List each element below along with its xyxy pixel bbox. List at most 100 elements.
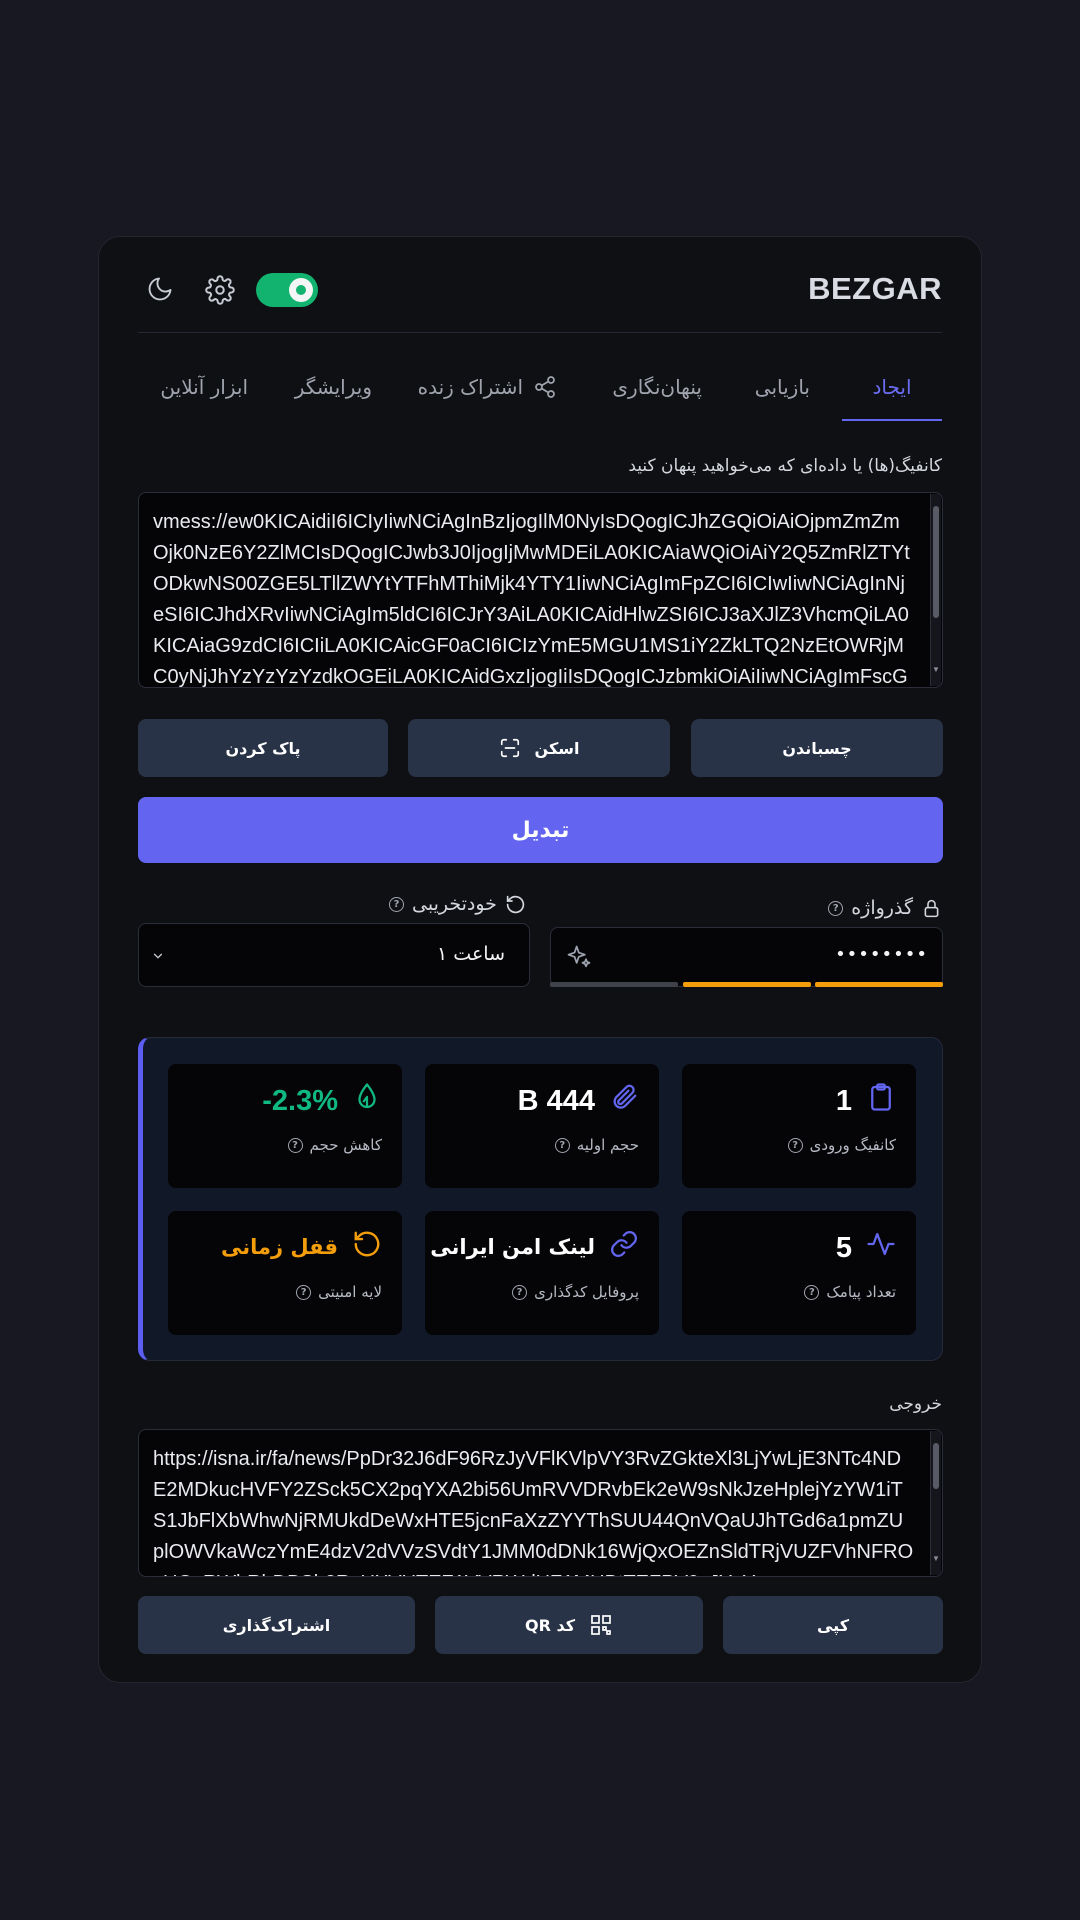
stat-label: تعداد پیامک <box>826 1283 896 1301</box>
password-label-row: گذرواژه ? <box>828 897 942 919</box>
reset-icon <box>352 1229 382 1264</box>
stat-label: پروفایل کدگذاری <box>534 1283 639 1301</box>
paste-label: چسباندن <box>782 738 852 758</box>
paste-button[interactable]: چسباندن <box>691 719 943 777</box>
brand-logo: BEZGAR <box>808 271 942 306</box>
link-icon <box>609 1229 639 1264</box>
tab-label: پنهان‌نگاری <box>612 375 702 399</box>
tab-steganography[interactable]: پنهان‌نگاری <box>612 357 702 421</box>
toggle-knob <box>289 278 313 302</box>
config-input-text: vmess://ew0KICAidiI6ICIyIiwNCiAgInBzIjog… <box>153 511 910 688</box>
share-icon <box>533 375 557 399</box>
help-icon[interactable]: ? <box>389 896 404 912</box>
stat-label-row: حجم اولیه? <box>554 1136 639 1154</box>
stat-value-row: 1 <box>836 1082 896 1120</box>
config-input[interactable]: vmess://ew0KICAidiI6ICIyIiwNCiAgInBzIjog… <box>138 492 943 688</box>
stat-value-row: 5 <box>836 1229 896 1267</box>
scroll-thumb[interactable] <box>933 506 939 618</box>
convert-button[interactable]: تبدیل <box>138 797 943 863</box>
stat-label-row: کاهش حجم? <box>287 1136 382 1154</box>
strength-segment-filled <box>683 982 811 987</box>
tab-label: ابزار آنلاین <box>160 375 248 399</box>
stats-panel: 1 کانفیگ ورودی? 444 B حجم اولیه? 2.3%- ک… <box>138 1037 943 1361</box>
lock-icon <box>921 898 942 919</box>
scroll-thumb[interactable] <box>933 1443 939 1489</box>
sparkles-icon[interactable] <box>565 943 593 975</box>
gear-icon[interactable] <box>205 275 235 305</box>
stat-value: 444 B <box>517 1084 595 1117</box>
clear-button[interactable]: پاک کردن <box>138 719 388 777</box>
input-label: کانفیگ(ها) یا داده‌ای که می‌خواهید پنهان… <box>628 456 942 476</box>
stat-value: قفل زمانی <box>220 1234 338 1259</box>
qr-code-icon <box>589 1613 613 1637</box>
strength-segment-filled <box>815 982 943 987</box>
tab-recover[interactable]: بازیابی <box>755 357 810 421</box>
stat-label: کاهش حجم <box>309 1136 382 1154</box>
output-scrollbar[interactable]: ▲ ▼ <box>930 1431 941 1575</box>
tab-bar: ایجاد بازیابی پنهان‌نگاری اشتراک زنده وی… <box>138 357 942 421</box>
stat-original-size: 444 B حجم اولیه? <box>425 1064 659 1188</box>
self-destruct-label: خودتخریبی <box>412 893 497 915</box>
strength-segment-empty <box>550 982 678 987</box>
stat-encoding-profile: لینک امن ایرانی پروفایل کدگذاری? <box>425 1211 659 1335</box>
tab-label: ایجاد <box>872 375 912 399</box>
app-header: BEZGAR <box>138 237 942 333</box>
copy-button[interactable]: کپی <box>723 1596 943 1654</box>
help-icon[interactable]: ? <box>554 1137 570 1153</box>
help-icon[interactable]: ? <box>787 1137 803 1153</box>
scan-label: اسکن <box>534 738 580 758</box>
stat-value-row: لینک امن ایرانی <box>430 1229 639 1264</box>
stat-value: 5 <box>835 1231 852 1264</box>
help-icon[interactable]: ? <box>804 1284 820 1300</box>
scan-button[interactable]: اسکن <box>408 719 670 777</box>
stat-label: لایه امنیتی <box>318 1283 382 1301</box>
stat-label-row: پروفایل کدگذاری? <box>512 1283 639 1301</box>
help-icon[interactable]: ? <box>512 1284 528 1300</box>
clipboard-icon <box>866 1082 896 1120</box>
tab-live-share[interactable]: اشتراک زنده <box>418 357 557 421</box>
stat-value: 2.3%- <box>262 1084 338 1117</box>
clear-label: پاک کردن <box>225 738 301 758</box>
help-icon[interactable]: ? <box>287 1137 303 1153</box>
stat-label: حجم اولیه <box>576 1136 639 1154</box>
scroll-down-arrow[interactable]: ▼ <box>932 654 940 685</box>
activity-icon <box>866 1229 896 1267</box>
tab-label: بازیابی <box>754 375 810 399</box>
stat-label-row: کانفیگ ورودی? <box>787 1136 896 1154</box>
moon-icon[interactable] <box>146 275 176 305</box>
stat-value: لینک امن ایرانی <box>430 1234 595 1259</box>
password-field[interactable]: •••••••• <box>550 927 943 987</box>
leaf-icon <box>352 1082 382 1120</box>
help-icon[interactable]: ? <box>828 900 844 916</box>
copy-label: کپی <box>816 1615 850 1635</box>
chevron-down-icon <box>151 948 165 967</box>
scroll-down-arrow[interactable]: ▼ <box>932 1543 940 1574</box>
self-destruct-select[interactable]: ۱ ساعت <box>138 923 530 987</box>
main-card: BEZGAR ایجاد بازیابی پنهان‌نگاری اشتراک … <box>98 236 982 1683</box>
tab-online-tools[interactable]: ابزار آنلاین <box>160 357 248 421</box>
input-scrollbar[interactable]: ▲ ▼ <box>930 494 941 686</box>
stat-message-count: 5 تعداد پیامک? <box>682 1211 916 1335</box>
stat-label-row: تعداد پیامک? <box>804 1283 896 1301</box>
stat-size-reduction: 2.3%- کاهش حجم? <box>168 1064 402 1188</box>
share-button[interactable]: اشتراک‌گذاری <box>138 1596 415 1654</box>
scan-icon <box>499 737 521 759</box>
stat-value: 1 <box>835 1084 852 1117</box>
password-value: •••••••• <box>835 944 928 965</box>
convert-label: تبدیل <box>511 817 570 843</box>
feature-toggle[interactable] <box>256 273 318 307</box>
qr-button[interactable]: کد QR <box>435 1596 703 1654</box>
qr-label: کد QR <box>524 1615 576 1635</box>
stat-input-configs: 1 کانفیگ ورودی? <box>682 1064 916 1188</box>
stat-value-row: قفل زمانی <box>221 1229 382 1264</box>
share-label: اشتراک‌گذاری <box>222 1615 331 1635</box>
output-label: خروجی <box>889 1394 942 1414</box>
self-destruct-value: ۱ ساعت <box>437 943 505 965</box>
output-field[interactable]: https://isna.ir/fa/news/PpDr32J6dF96RzJy… <box>138 1429 943 1577</box>
tab-create[interactable]: ایجاد <box>842 357 942 421</box>
tab-editor[interactable]: ویرایشگر <box>295 357 372 421</box>
stat-security-layer: قفل زمانی لایه امنیتی? <box>168 1211 402 1335</box>
tab-label: ویرایشگر <box>294 375 372 399</box>
help-icon[interactable]: ? <box>296 1284 312 1300</box>
stat-value-row: 2.3%- <box>262 1082 382 1120</box>
